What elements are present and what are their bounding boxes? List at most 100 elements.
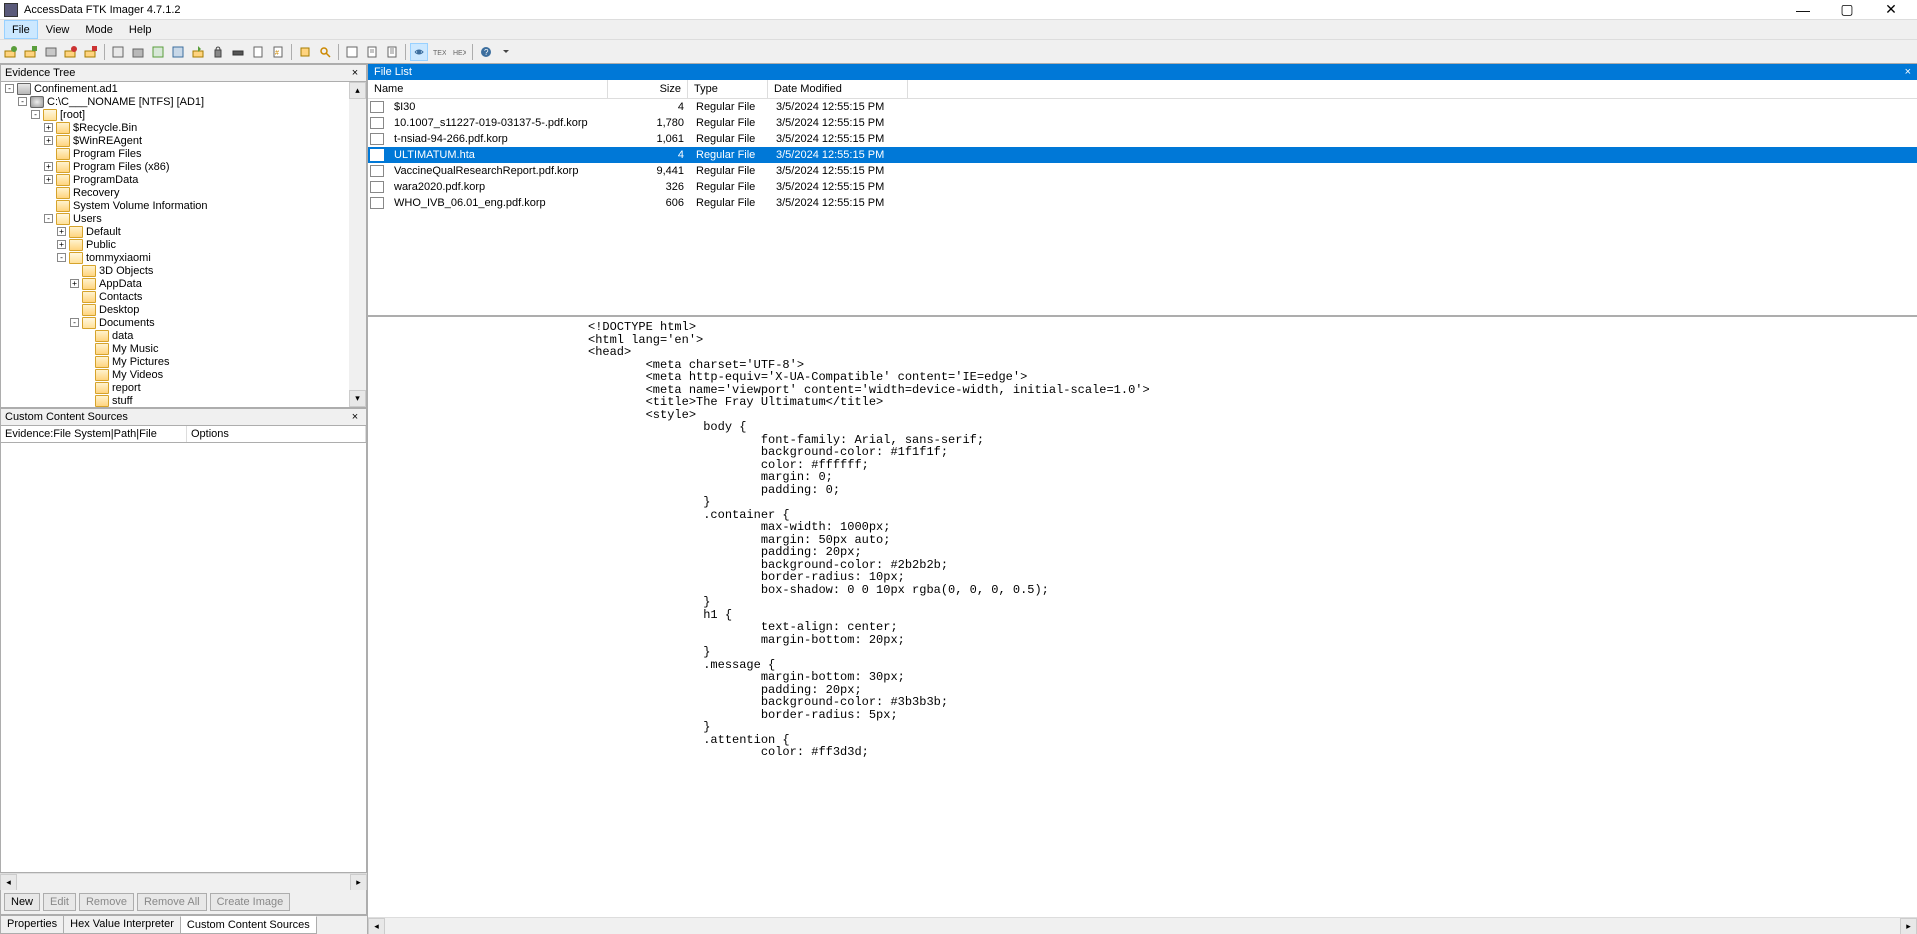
tree-node[interactable]: report bbox=[1, 381, 366, 394]
toolbar-export-hash-icon[interactable]: # bbox=[269, 43, 287, 61]
toolbar-refresh-icon[interactable] bbox=[296, 43, 314, 61]
toolbar-add-evidence-icon[interactable] bbox=[2, 43, 20, 61]
file-row[interactable]: WHO_IVB_06.01_eng.pdf.korp606Regular Fil… bbox=[368, 195, 1917, 211]
tree-node[interactable]: -Confinement.ad1 bbox=[1, 82, 366, 95]
toolbar-remove-evidence-icon[interactable] bbox=[62, 43, 80, 61]
tree-expander-icon[interactable] bbox=[83, 357, 92, 366]
tree-expander-icon[interactable]: + bbox=[57, 227, 66, 236]
scroll-left-icon[interactable]: ◂ bbox=[368, 918, 385, 934]
tree-expander-icon[interactable] bbox=[44, 188, 53, 197]
create-image-button[interactable]: Create Image bbox=[210, 893, 291, 911]
menu-file[interactable]: File bbox=[4, 20, 38, 39]
toolbar-remove-all-icon[interactable] bbox=[82, 43, 100, 61]
toolbar-new-window-icon[interactable] bbox=[343, 43, 361, 61]
toolbar-detect-efs-icon[interactable] bbox=[229, 43, 247, 61]
toolbar-image-mounting-icon[interactable] bbox=[42, 43, 60, 61]
tree-node[interactable]: +$Recycle.Bin bbox=[1, 121, 366, 134]
tree-node[interactable]: +Public bbox=[1, 238, 366, 251]
tree-node[interactable]: -Documents bbox=[1, 316, 366, 329]
tree-node[interactable]: +Default bbox=[1, 225, 366, 238]
menu-mode[interactable]: Mode bbox=[77, 20, 121, 39]
toolbar-hex-interpreter-icon[interactable] bbox=[383, 43, 401, 61]
evidence-tree[interactable]: -Confinement.ad1-C:\C___NONAME [NTFS] [A… bbox=[0, 82, 367, 408]
tree-expander-icon[interactable]: - bbox=[31, 110, 40, 119]
close-button[interactable]: ✕ bbox=[1869, 1, 1913, 19]
tree-node[interactable]: -Users bbox=[1, 212, 366, 225]
custom-content-close-icon[interactable]: × bbox=[348, 411, 362, 423]
tree-expander-icon[interactable] bbox=[83, 344, 92, 353]
tree-node[interactable]: Program Files bbox=[1, 147, 366, 160]
new-button[interactable]: New bbox=[4, 893, 40, 911]
toolbar-text-view-icon[interactable]: TEXT bbox=[430, 43, 448, 61]
toolbar-export-files-icon[interactable] bbox=[249, 43, 267, 61]
custom-col-evidence[interactable]: Evidence:File System|Path|File bbox=[1, 426, 187, 442]
toolbar-find-icon[interactable] bbox=[316, 43, 334, 61]
tree-expander-icon[interactable]: - bbox=[18, 97, 27, 106]
tree-expander-icon[interactable] bbox=[83, 396, 92, 405]
preview-pane[interactable]: <!DOCTYPE html> <html lang='en'> <head> … bbox=[368, 315, 1917, 917]
tree-node[interactable]: System Volume Information bbox=[1, 199, 366, 212]
file-row[interactable]: $I304Regular File3/5/2024 12:55:15 PM bbox=[368, 99, 1917, 115]
scroll-right-icon[interactable]: ▸ bbox=[1900, 918, 1917, 934]
tree-expander-icon[interactable]: + bbox=[57, 240, 66, 249]
custom-hscroll[interactable]: ◂ ▸ bbox=[0, 873, 367, 890]
tree-node[interactable]: Contacts bbox=[1, 290, 366, 303]
edit-button[interactable]: Edit bbox=[43, 893, 76, 911]
tree-node[interactable]: Desktop bbox=[1, 303, 366, 316]
tree-node[interactable]: My Videos bbox=[1, 368, 366, 381]
file-row[interactable]: wara2020.pdf.korp326Regular File3/5/2024… bbox=[368, 179, 1917, 195]
file-row[interactable]: VaccineQualResearchReport.pdf.korp9,441R… bbox=[368, 163, 1917, 179]
tree-expander-icon[interactable] bbox=[83, 383, 92, 392]
tree-expander-icon[interactable] bbox=[83, 370, 92, 379]
tree-expander-icon[interactable]: - bbox=[5, 84, 14, 93]
tree-node[interactable]: -tommyxiaomi bbox=[1, 251, 366, 264]
scroll-left-icon[interactable]: ◂ bbox=[0, 874, 17, 891]
toolbar-dropdown-icon[interactable] bbox=[497, 43, 515, 61]
tree-node[interactable]: data bbox=[1, 329, 366, 342]
file-row[interactable]: 10.1007_s11227-019-03137-5-.pdf.korp1,78… bbox=[368, 115, 1917, 131]
remove-all-button[interactable]: Remove All bbox=[137, 893, 207, 911]
toolbar-hex-view-icon[interactable]: HEX bbox=[450, 43, 468, 61]
tree-expander-icon[interactable] bbox=[70, 305, 79, 314]
tree-expander-icon[interactable]: - bbox=[44, 214, 53, 223]
scroll-up-icon[interactable]: ▴ bbox=[349, 82, 366, 99]
file-row[interactable]: t-nsiad-94-266.pdf.korp1,061Regular File… bbox=[368, 131, 1917, 147]
tab-properties[interactable]: Properties bbox=[0, 916, 64, 934]
tree-node[interactable]: +ProgramData bbox=[1, 173, 366, 186]
tree-node[interactable]: -[root] bbox=[1, 108, 366, 121]
custom-content-list[interactable] bbox=[0, 443, 367, 873]
file-row[interactable]: ULTIMATUM.hta4Regular File3/5/2024 12:55… bbox=[368, 147, 1917, 163]
toolbar-obtain-protected-icon[interactable] bbox=[209, 43, 227, 61]
minimize-button[interactable]: — bbox=[1781, 1, 1825, 19]
tree-expander-icon[interactable]: + bbox=[44, 175, 53, 184]
tab-custom[interactable]: Custom Content Sources bbox=[180, 916, 317, 934]
menu-view[interactable]: View bbox=[38, 20, 78, 39]
tree-expander-icon[interactable] bbox=[83, 331, 92, 340]
maximize-button[interactable]: ▢ bbox=[1825, 1, 1869, 19]
tree-node[interactable]: Recovery bbox=[1, 186, 366, 199]
evidence-tree-close-icon[interactable]: × bbox=[348, 67, 362, 79]
tree-expander-icon[interactable]: - bbox=[70, 318, 79, 327]
custom-col-options[interactable]: Options bbox=[187, 426, 366, 442]
menu-help[interactable]: Help bbox=[121, 20, 160, 39]
tree-node[interactable]: My Music bbox=[1, 342, 366, 355]
tree-node[interactable]: -C:\C___NONAME [NTFS] [AD1] bbox=[1, 95, 366, 108]
toolbar-create-custom-icon[interactable] bbox=[189, 43, 207, 61]
col-date[interactable]: Date Modified bbox=[768, 80, 908, 98]
file-list-close-icon[interactable]: × bbox=[1905, 66, 1911, 78]
toolbar-auto-view-icon[interactable] bbox=[410, 43, 428, 61]
toolbar-export-disk-icon[interactable] bbox=[129, 43, 147, 61]
tree-node[interactable]: 3D Objects bbox=[1, 264, 366, 277]
tree-expander-icon[interactable] bbox=[70, 292, 79, 301]
tree-expander-icon[interactable] bbox=[70, 266, 79, 275]
toolbar-help-icon[interactable]: ? bbox=[477, 43, 495, 61]
tree-expander-icon[interactable]: - bbox=[57, 253, 66, 262]
tree-node[interactable]: +$WinREAgent bbox=[1, 134, 366, 147]
tree-expander-icon[interactable] bbox=[44, 201, 53, 210]
col-name[interactable]: Name bbox=[368, 80, 608, 98]
remove-button[interactable]: Remove bbox=[79, 893, 134, 911]
tree-expander-icon[interactable] bbox=[44, 149, 53, 158]
tree-node[interactable]: stuff bbox=[1, 394, 366, 407]
tab-hex[interactable]: Hex Value Interpreter bbox=[63, 916, 181, 934]
scroll-down-icon[interactable]: ▾ bbox=[349, 390, 366, 407]
